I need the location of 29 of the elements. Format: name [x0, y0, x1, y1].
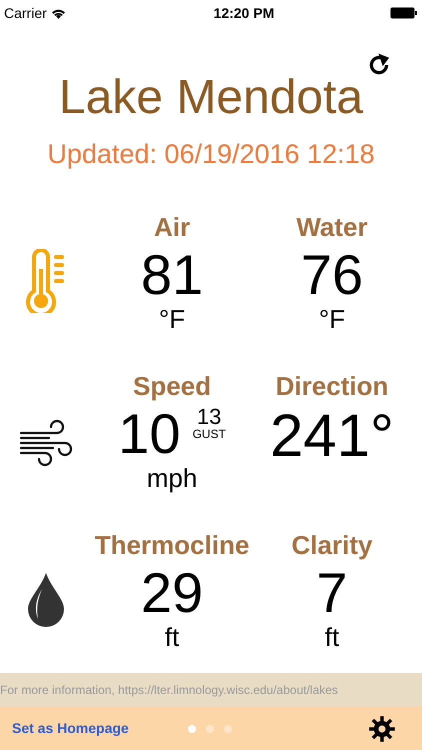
metric-label: Clarity — [292, 528, 372, 561]
metric-label: Air — [154, 210, 190, 243]
metric-value: 81 — [140, 247, 204, 303]
metric-value: 241° — [270, 406, 394, 466]
settings-icon[interactable] — [368, 714, 396, 742]
metric-value: 29 — [140, 565, 204, 621]
metric-unit: ft — [164, 621, 180, 654]
metric-value: 10 — [118, 406, 180, 462]
metric-label: Water — [296, 210, 368, 243]
set-homepage-link[interactable]: Set as Homepage — [12, 718, 182, 739]
clock: 12:20 PM — [214, 4, 274, 22]
metric-value: 7 — [316, 565, 348, 621]
metric-unit: °F — [318, 303, 346, 336]
metric-label: Direction — [276, 370, 388, 402]
info-text: For more information, https://lter.limnology.wisc.edu/about/lakes — [0, 682, 338, 699]
lake-title: Lake Mendota — [58, 74, 364, 122]
metric-label: Speed — [132, 370, 212, 402]
metric-unit: ft — [324, 621, 340, 654]
metric-unit: °F — [158, 303, 186, 336]
drop-icon — [26, 571, 66, 627]
gust-value: 13 — [196, 406, 222, 428]
updated-time: Updated: 06/19/2016 12:18 — [46, 138, 376, 171]
wifi-icon — [50, 8, 66, 18]
battery-icon — [390, 7, 418, 19]
gust-label: GUST — [192, 428, 226, 440]
metric-value: 76 — [300, 247, 364, 303]
metric-unit: mph — [146, 462, 198, 494]
carrier-label: Carrier — [4, 4, 47, 22]
metric-label: Thermocline — [94, 528, 250, 561]
